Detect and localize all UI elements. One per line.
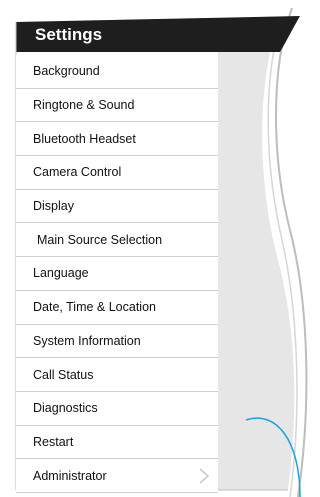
menu-item-diagnostics[interactable]: Diagnostics — [16, 391, 218, 426]
page-title: Settings — [35, 25, 103, 44]
device-frame: Settings Background Ringtone & Sound Blu… — [0, 0, 312, 497]
chevron-right-icon — [199, 468, 210, 484]
settings-menu: Background Ringtone & Sound Bluetooth He… — [16, 55, 218, 493]
menu-item-display[interactable]: Display — [16, 189, 218, 224]
menu-item-label: Display — [33, 199, 74, 214]
menu-item-restart[interactable]: Restart — [16, 425, 218, 460]
menu-item-camera-control[interactable]: Camera Control — [16, 156, 218, 190]
menu-item-administrator[interactable]: Administrator — [16, 459, 218, 493]
menu-item-background[interactable]: Background — [16, 55, 218, 89]
menu-item-label: Diagnostics — [33, 401, 98, 416]
menu-item-label: Call Status — [33, 367, 94, 382]
menu-item-label: Ringtone & Sound — [33, 98, 135, 113]
menu-item-language[interactable]: Language — [16, 257, 218, 291]
menu-item-ringtone-sound[interactable]: Ringtone & Sound — [16, 88, 218, 123]
menu-item-date-time-location[interactable]: Date, Time & Location — [16, 290, 218, 325]
menu-item-label: Language — [33, 266, 89, 281]
menu-item-label: System Information — [33, 333, 141, 348]
menu-item-main-source-selection[interactable]: Main Source Selection — [16, 223, 218, 258]
menu-item-label: Bluetooth Headset — [33, 131, 136, 146]
menu-item-label: Background — [33, 64, 100, 79]
menu-item-label: Camera Control — [33, 165, 122, 180]
menu-item-bluetooth-headset[interactable]: Bluetooth Headset — [16, 122, 218, 157]
menu-item-label: Administrator — [33, 468, 107, 483]
menu-item-label: Date, Time & Location — [33, 300, 156, 315]
menu-item-label: Main Source Selection — [37, 232, 163, 247]
menu-item-system-information[interactable]: System Information — [16, 324, 218, 359]
menu-item-call-status[interactable]: Call Status — [16, 358, 218, 392]
menu-item-label: Restart — [33, 434, 74, 449]
